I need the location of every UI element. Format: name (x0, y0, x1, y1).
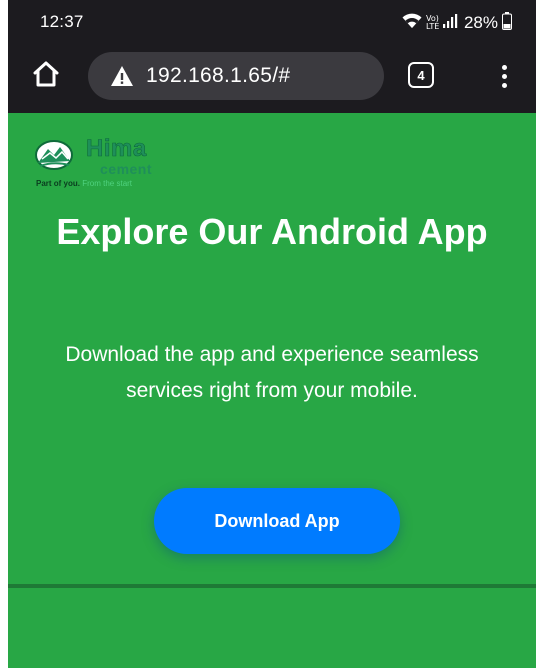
phone-screen: 12:37 Vo) LTE 28% 192.168.1.65/# 4 Hima … (0, 0, 536, 668)
logo-name: Hima (86, 135, 147, 162)
signal-icon (442, 13, 458, 34)
hero-description: Download the app and experience seamless… (65, 343, 479, 402)
logo-tagline: Part of you. From the start (36, 179, 132, 189)
url-text[interactable]: 192.168.1.65/# (146, 64, 290, 88)
hima-cement-logo[interactable]: Hima cement Part of you. From the start (34, 135, 174, 193)
mountain-logo-icon (34, 139, 82, 171)
volte-label: Vo) LTE (425, 14, 440, 31)
status-time: 12:37 (40, 12, 84, 31)
status-bar: 12:37 Vo) LTE 28% (8, 0, 536, 48)
menu-dot (501, 64, 507, 70)
tagline-light: From the start (80, 179, 133, 188)
section-divider (8, 584, 536, 588)
menu-dot (501, 73, 507, 79)
download-app-button[interactable]: Download App (154, 488, 400, 554)
wifi-icon (402, 13, 422, 34)
home-button[interactable] (30, 60, 62, 92)
home-icon (31, 59, 61, 94)
tagline-strong: Part of you. (36, 179, 81, 188)
browser-toolbar: 192.168.1.65/# 4 (8, 46, 536, 106)
more-vert-icon[interactable] (494, 60, 514, 92)
web-page: Hima cement Part of you. From the start … (8, 113, 536, 668)
battery-icon (502, 11, 512, 35)
url-bar[interactable]: 192.168.1.65/# (88, 52, 384, 100)
menu-dot (501, 82, 507, 88)
browser-chrome: 12:37 Vo) LTE 28% 192.168.1.65/# 4 (8, 0, 536, 113)
battery-percent: 28% (463, 13, 498, 32)
warning-icon[interactable] (110, 65, 134, 87)
logo-subtitle: cement (100, 161, 153, 177)
hero-title: Explore Our Android App (56, 211, 488, 252)
tab-count: 4 (417, 67, 425, 83)
status-icons: Vo) LTE 28% (402, 11, 512, 35)
tabs-button[interactable]: 4 (408, 62, 434, 88)
